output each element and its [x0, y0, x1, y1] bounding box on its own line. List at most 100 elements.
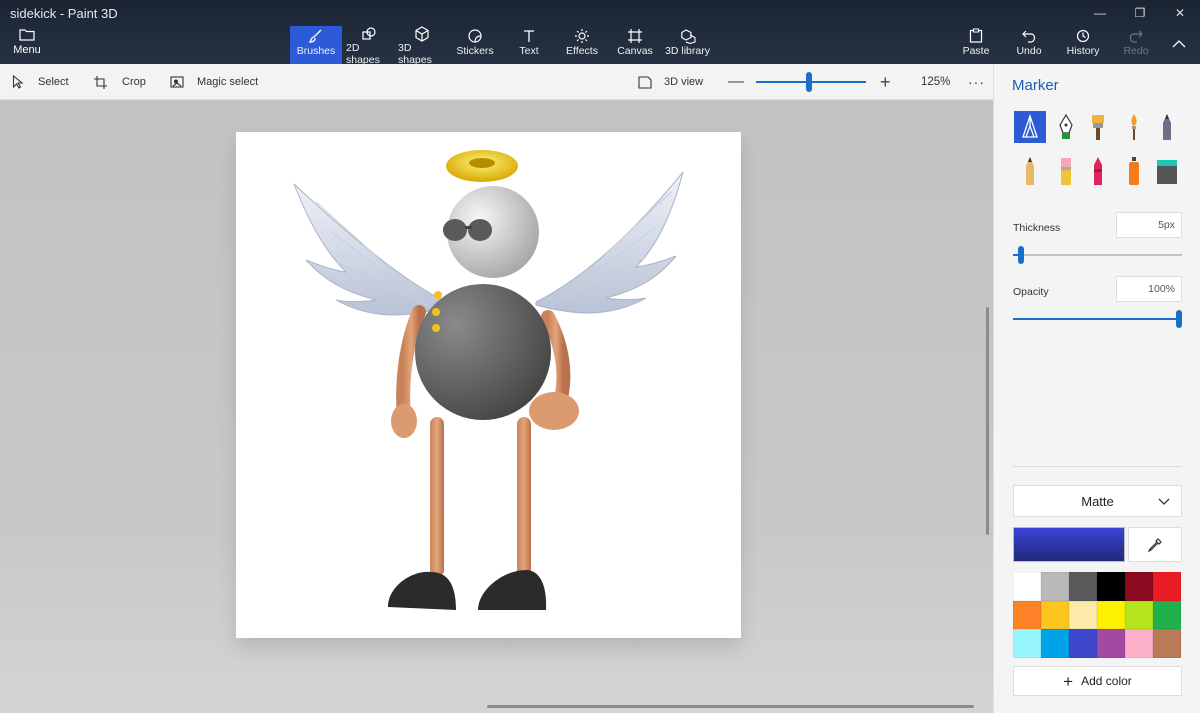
tool-marker[interactable] — [1014, 111, 1046, 143]
3d-view-button[interactable]: 3D view — [638, 64, 703, 100]
spray-can-icon — [1129, 157, 1139, 185]
finish-dropdown[interactable]: Matte — [1013, 485, 1182, 517]
thickness-label: Thickness — [1013, 222, 1061, 234]
opacity-label: Opacity — [1013, 286, 1049, 298]
color-swatch[interactable] — [1041, 629, 1069, 658]
more-options-button[interactable]: ··· — [968, 64, 985, 100]
tab-3d-library[interactable]: 3D library — [665, 26, 710, 64]
zoom-out-button[interactable]: — — [728, 64, 744, 100]
color-swatch[interactable] — [1013, 572, 1041, 601]
stickers-icon — [468, 28, 482, 43]
tab-canvas[interactable]: Canvas — [616, 26, 654, 64]
tool-crayon[interactable] — [1082, 155, 1114, 187]
tool-pixel-pen[interactable] — [1151, 111, 1183, 143]
redo-label: Redo — [1123, 45, 1149, 57]
tab-canvas-label: Canvas — [617, 45, 653, 57]
2d-shapes-icon — [362, 27, 376, 40]
history-button[interactable]: History — [1064, 26, 1102, 64]
canvas-icon — [628, 28, 642, 43]
color-swatch[interactable] — [1125, 629, 1153, 658]
undo-label: Undo — [1016, 45, 1042, 57]
color-swatch[interactable] — [1125, 600, 1153, 629]
tab-effects[interactable]: Effects — [562, 26, 602, 64]
crop-button[interactable]: Crop — [94, 64, 146, 100]
add-color-button[interactable]: + Add color — [1013, 666, 1182, 696]
thickness-input[interactable]: 5px — [1116, 212, 1182, 238]
tool-calligraphy-pen[interactable] — [1050, 111, 1082, 143]
zoom-slider-thumb[interactable] — [805, 72, 812, 92]
vertical-scrollbar[interactable] — [986, 307, 989, 535]
menu-button[interactable]: Menu — [8, 28, 46, 60]
undo-button[interactable]: Undo — [1013, 26, 1045, 64]
tool-watercolor[interactable] — [1118, 111, 1150, 143]
watercolor-icon — [1131, 114, 1137, 140]
tab-2d-shapes[interactable]: 2D shapes — [346, 26, 392, 66]
color-swatch[interactable] — [1069, 600, 1097, 629]
paste-icon — [969, 28, 983, 43]
left-hand — [391, 404, 417, 438]
eyedropper-button[interactable] — [1128, 527, 1182, 562]
tab-3d-shapes[interactable]: 3D shapes — [398, 26, 446, 66]
crop-label: Crop — [122, 76, 146, 88]
color-swatch[interactable] — [1013, 629, 1041, 658]
close-icon: ✕ — [1174, 6, 1186, 20]
fill-bucket-icon — [1157, 160, 1177, 184]
ribbon: sidekick - Paint 3D — ❐ ✕ Menu Brushes 2… — [0, 0, 1200, 66]
3d-library-icon — [680, 28, 696, 44]
collapse-panel-button[interactable] — [1172, 36, 1186, 54]
redo-button[interactable]: Redo — [1120, 26, 1152, 64]
minimize-button[interactable]: — — [1080, 0, 1120, 26]
color-swatch[interactable] — [1069, 572, 1097, 601]
color-swatch[interactable] — [1041, 600, 1069, 629]
magic-select-button[interactable]: Magic select — [170, 64, 258, 100]
color-swatch[interactable] — [1013, 600, 1041, 629]
color-swatch[interactable] — [1041, 572, 1069, 601]
angel-character-model[interactable] — [236, 132, 741, 638]
thickness-slider-track[interactable] — [1013, 254, 1182, 256]
color-swatch[interactable] — [1153, 629, 1181, 658]
pixel-pen-icon — [1163, 114, 1171, 140]
button-1 — [434, 291, 442, 299]
color-swatch[interactable] — [1125, 572, 1153, 601]
opacity-slider-fill — [1013, 318, 1182, 320]
color-swatch[interactable] — [1097, 572, 1125, 601]
tab-stickers[interactable]: Stickers — [455, 26, 495, 64]
eraser-icon — [1061, 158, 1071, 185]
finish-value: Matte — [1081, 493, 1114, 509]
color-swatch[interactable] — [1153, 600, 1181, 629]
tool-oil-brush[interactable] — [1082, 111, 1114, 143]
drawing-canvas[interactable] — [236, 132, 741, 638]
color-swatch[interactable] — [1097, 600, 1125, 629]
color-palette — [1013, 572, 1182, 658]
oil-brush-icon — [1092, 115, 1104, 140]
tool-eraser[interactable] — [1050, 155, 1082, 187]
tool-spray-can[interactable] — [1118, 155, 1150, 187]
zoom-level[interactable]: 125% — [921, 64, 950, 100]
text-icon — [524, 29, 534, 42]
tab-brushes[interactable]: Brushes — [290, 26, 342, 64]
maximize-button[interactable]: ❐ — [1120, 0, 1160, 26]
window-title: sidekick - Paint 3D — [10, 6, 118, 21]
color-swatch[interactable] — [1097, 629, 1125, 658]
color-swatch[interactable] — [1153, 572, 1181, 601]
3d-view-label: 3D view — [664, 76, 704, 88]
tool-pencil[interactable] — [1014, 155, 1046, 187]
zoom-in-button[interactable]: + — [880, 64, 891, 100]
horizontal-scrollbar[interactable] — [487, 705, 974, 708]
paste-button[interactable]: Paste — [960, 26, 992, 64]
plus-icon: + — [1063, 671, 1074, 691]
tool-fill-bucket[interactable] — [1151, 155, 1183, 187]
close-button[interactable]: ✕ — [1160, 0, 1200, 26]
3d-shapes-icon — [415, 26, 429, 42]
thickness-slider-thumb[interactable] — [1018, 246, 1025, 264]
select-button[interactable]: Select — [12, 64, 69, 100]
tab-text[interactable]: Text — [514, 26, 544, 64]
opacity-slider-thumb[interactable] — [1176, 310, 1182, 328]
opacity-input[interactable]: 100% — [1116, 276, 1182, 302]
left-wing — [293, 183, 447, 316]
right-hand — [529, 392, 579, 430]
current-color-swatch[interactable] — [1013, 527, 1125, 562]
zoom-percent-text: 125% — [921, 76, 951, 88]
color-swatch[interactable] — [1069, 629, 1097, 658]
undo-icon — [1022, 30, 1036, 43]
